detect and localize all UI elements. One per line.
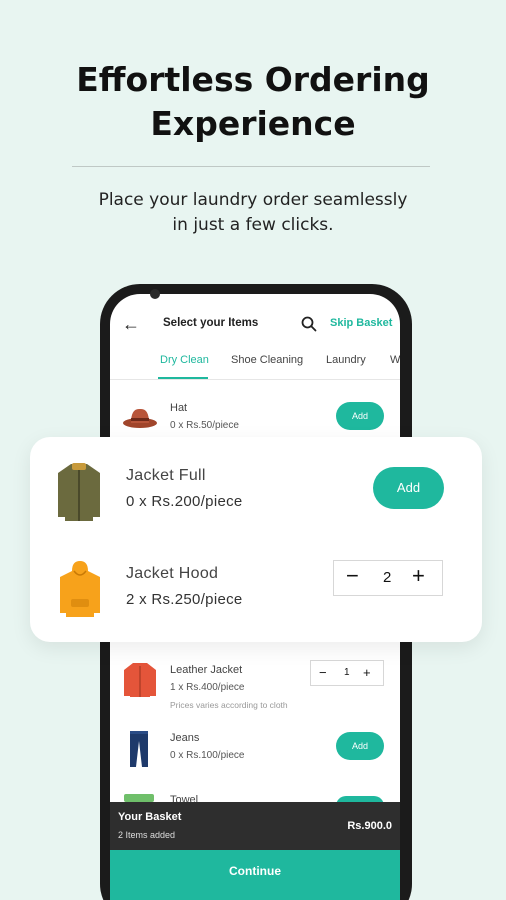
towel-icon — [124, 794, 154, 802]
add-button[interactable]: Add — [336, 402, 384, 430]
item-note: Prices varies according to cloth — [170, 700, 288, 710]
jeans-icon — [130, 731, 148, 767]
continue-label: Continue — [229, 864, 281, 878]
increase-button[interactable]: + — [412, 563, 425, 589]
item-name: Hat — [170, 402, 188, 414]
subhead-line-1: Place your laundry order seamlessly — [98, 190, 408, 210]
item-price: 0 x Rs.50/piece — [170, 420, 239, 431]
jacket-full-icon — [58, 463, 100, 521]
item-price: 0 x Rs.100/piece — [170, 750, 245, 761]
promo-headline: Effortless Ordering Experience — [0, 58, 506, 146]
hat-icon — [123, 408, 157, 428]
item-price: 1 x Rs.400/piece — [170, 682, 245, 693]
tab-w[interactable]: W — [390, 354, 400, 366]
item-name: Jacket Full — [126, 467, 206, 484]
leather-jacket-icon — [124, 663, 156, 697]
promo-subhead: Place your laundry order seamlessly in j… — [0, 188, 506, 238]
featured-items-card: Jacket Full 0 x Rs.200/piece Add Jacket … — [30, 437, 482, 642]
item-name: Jeans — [170, 732, 200, 744]
skip-basket-link[interactable]: Skip Basket — [330, 317, 392, 329]
item-name: Leather Jacket — [170, 664, 243, 676]
add-button[interactable]: Add — [336, 732, 384, 760]
basket-item-count: 2 Items added — [118, 830, 176, 840]
active-tab-indicator — [158, 377, 208, 379]
list-item: Hat 0 x Rs.50/piece Add — [110, 398, 400, 438]
category-tabs: Dry Clean Shoe Cleaning Laundry W — [110, 350, 400, 380]
item-name: Jacket Hood — [126, 565, 219, 582]
headline-line-1: Effortless Ordering — [76, 60, 430, 99]
item-price: 2 x Rs.250/piece — [126, 591, 243, 608]
decrease-button[interactable]: − — [319, 665, 327, 680]
app-title: Select your Items — [163, 317, 259, 329]
quantity-stepper: − 2 + — [333, 560, 443, 596]
basket-bar[interactable]: Your Basket 2 Items added Rs.900.0 — [110, 802, 400, 850]
basket-title: Your Basket — [118, 811, 182, 823]
tab-dry-clean[interactable]: Dry Clean — [160, 354, 209, 366]
quantity-stepper: − 1 + — [310, 660, 384, 686]
quantity-value: 2 — [383, 569, 392, 586]
increase-button[interactable]: + — [363, 665, 371, 680]
camera-dot — [150, 289, 160, 299]
subhead-line-2: in just a few clicks. — [172, 215, 334, 235]
jacket-hood-icon — [60, 561, 100, 617]
list-item: Leather Jacket 1 x Rs.400/piece Prices v… — [110, 656, 400, 716]
add-button[interactable]: Add — [373, 467, 444, 509]
list-item: Jeans 0 x Rs.100/piece Add — [110, 726, 400, 770]
tab-shoe-cleaning[interactable]: Shoe Cleaning — [231, 354, 303, 366]
headline-line-2: Experience — [150, 104, 356, 143]
continue-button[interactable]: Continue — [110, 850, 400, 900]
quantity-value: 1 — [344, 667, 350, 678]
app-bar: ← Select your Items Skip Basket — [110, 314, 400, 336]
search-icon[interactable] — [300, 315, 318, 333]
basket-total: Rs.900.0 — [347, 820, 392, 832]
decrease-button[interactable]: − — [346, 563, 359, 589]
tab-laundry[interactable]: Laundry — [326, 354, 366, 366]
divider — [72, 166, 430, 167]
back-arrow-icon[interactable]: ← — [122, 314, 140, 334]
item-price: 0 x Rs.200/piece — [126, 493, 243, 510]
